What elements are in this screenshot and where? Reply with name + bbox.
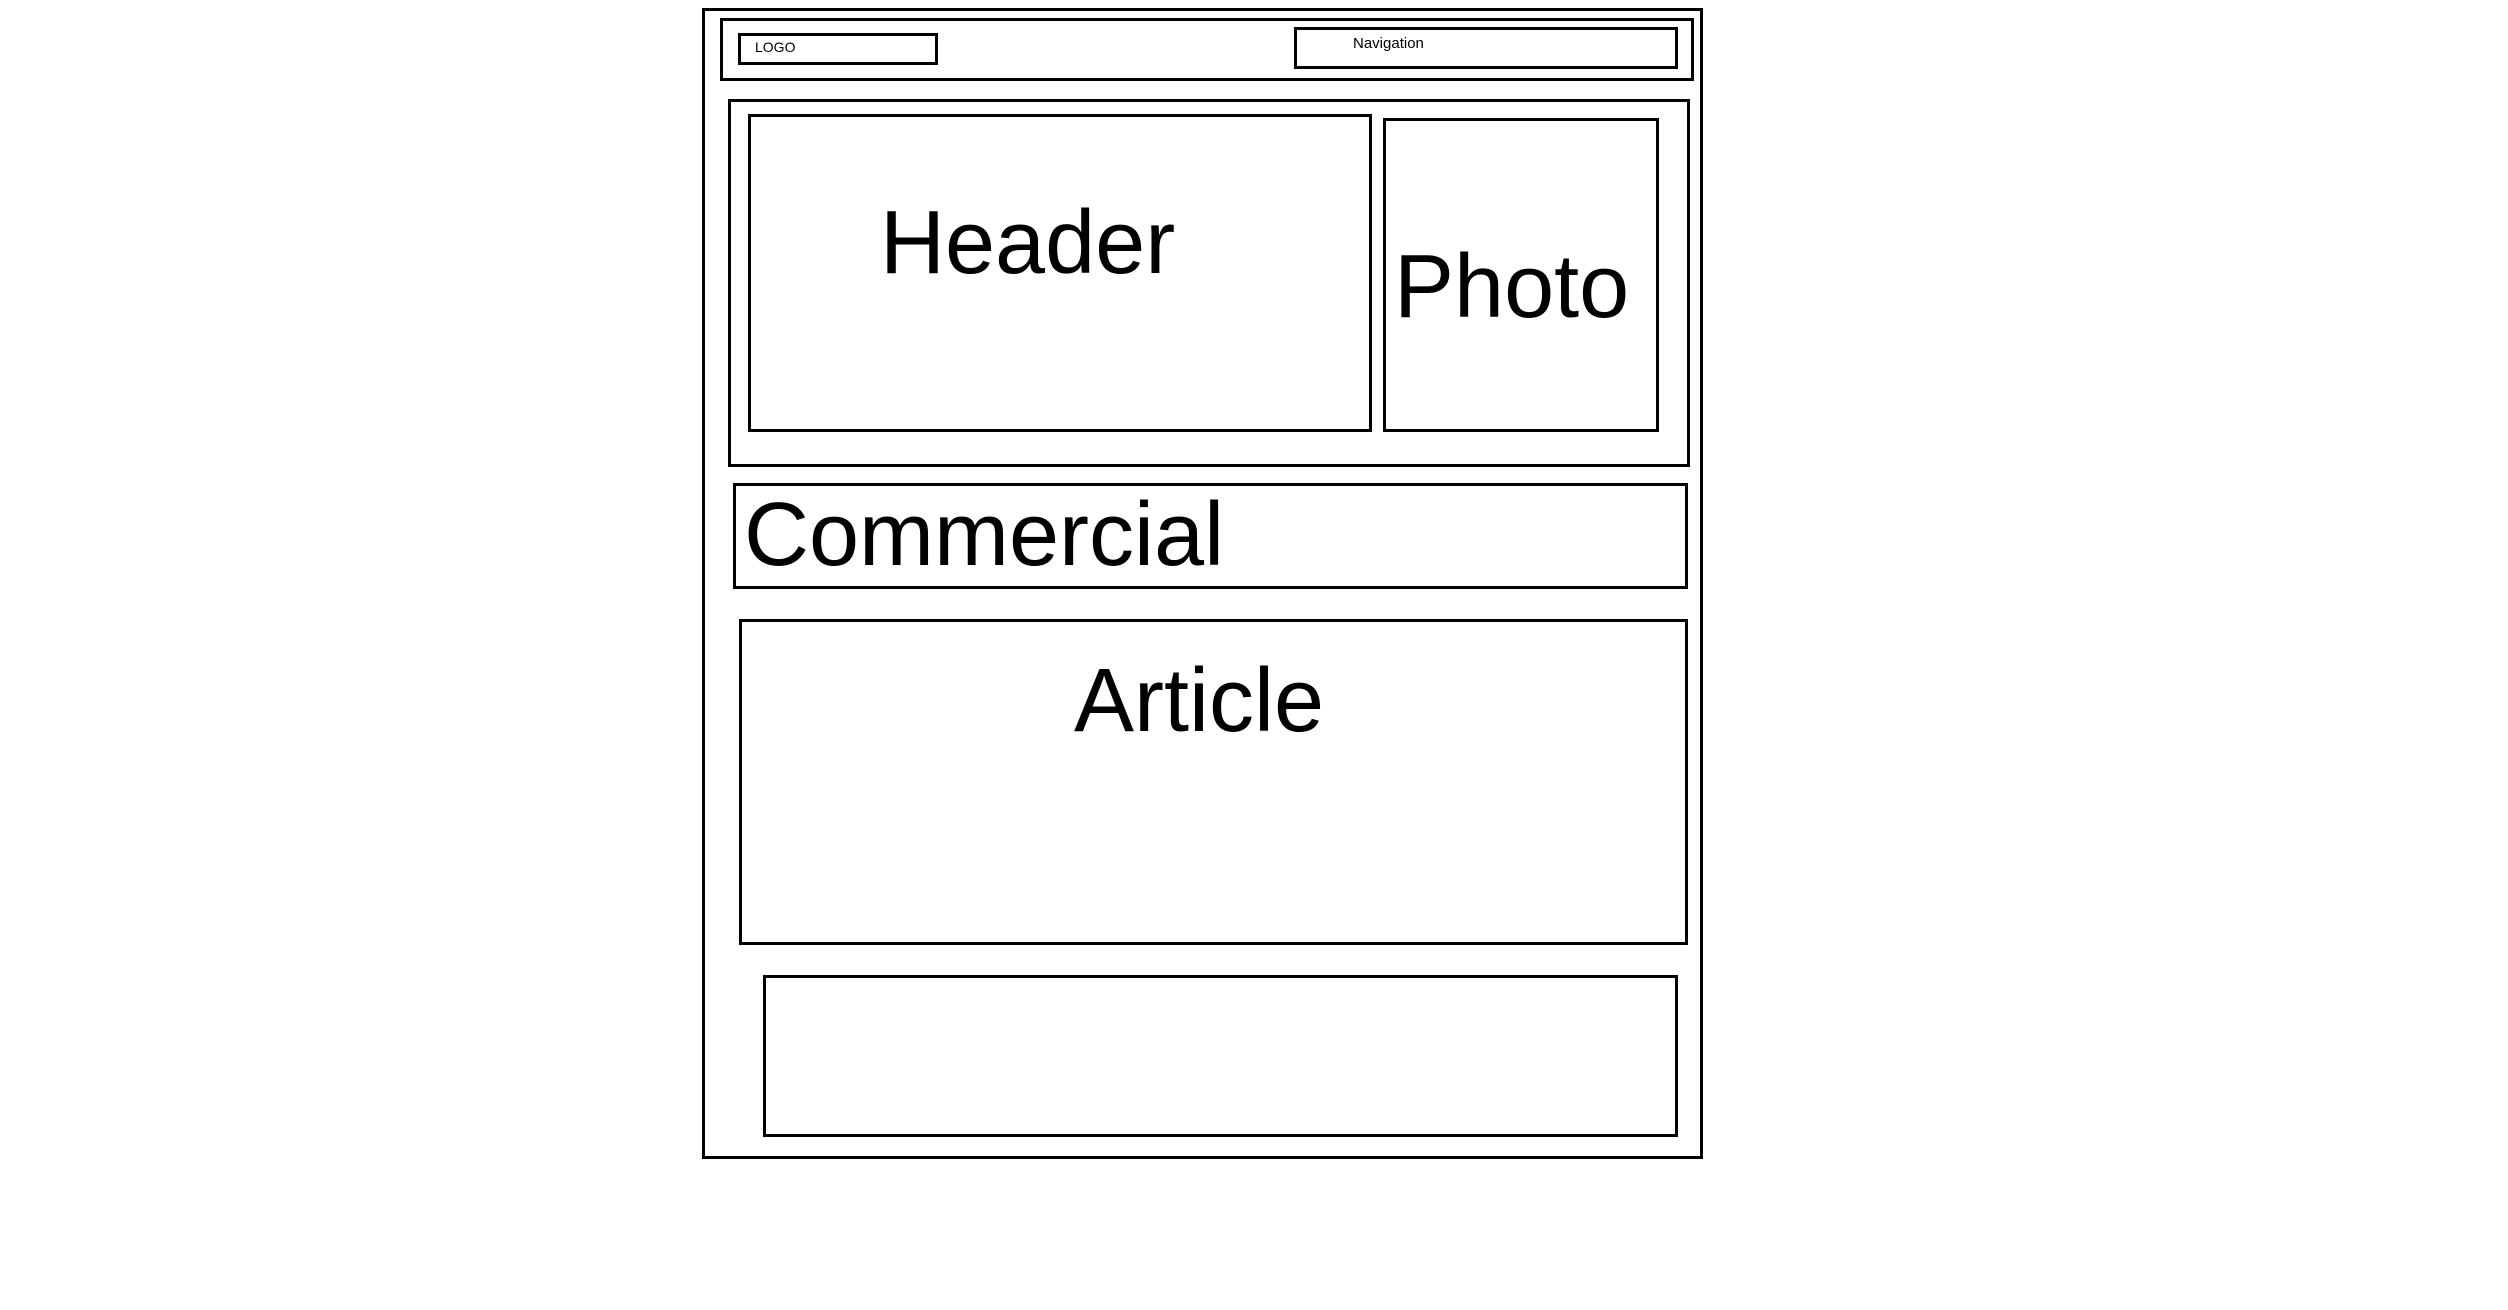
navigation-box (1294, 27, 1678, 69)
logo-label: LOGO (755, 39, 796, 55)
photo-label: Photo (1394, 237, 1630, 337)
header-label: Header (880, 193, 1176, 293)
commercial-label: Commercial (744, 485, 1225, 585)
footer-box (763, 975, 1678, 1137)
article-label: Article (1074, 651, 1325, 751)
navigation-label: Navigation (1353, 35, 1424, 52)
